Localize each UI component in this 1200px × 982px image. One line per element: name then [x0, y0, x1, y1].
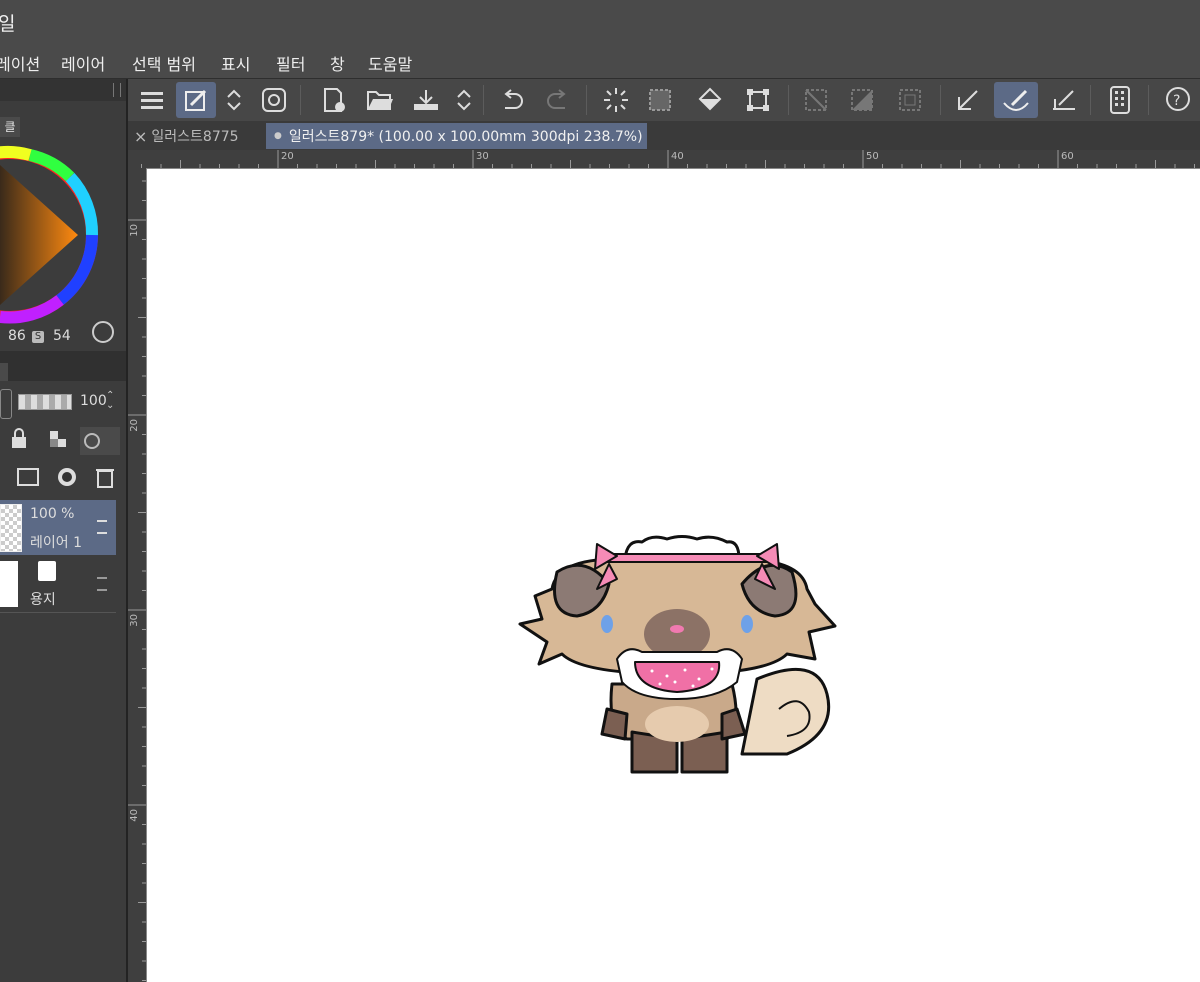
ruler-label: 40	[129, 809, 140, 822]
invert-selection-icon[interactable]	[842, 82, 882, 118]
separator	[586, 85, 587, 115]
layer-opacity: 100 %	[30, 506, 75, 522]
pen-line-icon[interactable]	[1044, 82, 1084, 118]
ruler-vertical: 10 20 30 40	[128, 168, 147, 982]
ruler-label: 60	[1061, 151, 1074, 162]
layer-tab[interactable]	[0, 363, 8, 381]
left-panel: 클 86 S 54 100 ⌃ ⌄ 100 % 레이어 1 용지	[0, 79, 126, 982]
layer-thumbnail	[0, 504, 22, 552]
color-tab[interactable]: 클	[0, 117, 20, 137]
drawing-canvas[interactable]	[147, 169, 1200, 982]
ruler-label: 20	[281, 151, 294, 162]
layer-row-selected[interactable]: 100 % 레이어 1	[0, 500, 116, 555]
updown-icon[interactable]	[220, 82, 248, 118]
help-icon[interactable]: ?	[1158, 82, 1198, 118]
layer-row-paper[interactable]: 용지	[0, 557, 116, 612]
pen-angle-icon[interactable]	[948, 82, 988, 118]
window-title: 일	[0, 13, 16, 35]
menu-view[interactable]: 표시	[221, 51, 250, 75]
ruler-horizontal: 20 30 40 50 60	[128, 150, 1200, 169]
paper-icon	[38, 561, 56, 581]
tab-document-active[interactable]: ● 일러스트879* (100.00 x 100.00mm 300dpi 238…	[266, 123, 647, 149]
open-folder-icon[interactable]	[360, 82, 400, 118]
ruler-label: 40	[671, 151, 684, 162]
spinner-icon[interactable]	[596, 82, 636, 118]
ruler-label: 10	[129, 224, 140, 237]
menu-animation[interactable]: 레이션	[0, 51, 40, 75]
layer-divider	[0, 612, 116, 613]
blend-mode-select[interactable]	[0, 389, 12, 419]
ruler-label: 30	[129, 614, 140, 627]
tab-label: 일러스트879* (100.00 x 100.00mm 300dpi 238.7…	[288, 129, 643, 145]
redo-icon[interactable]	[538, 82, 578, 118]
swirl-icon[interactable]	[254, 82, 294, 118]
menu-selection[interactable]: 선택 범위	[132, 51, 196, 75]
close-icon[interactable]: ×	[134, 127, 147, 146]
svg-text:?: ?	[1173, 93, 1180, 109]
ruler-label: 50	[866, 151, 879, 162]
brush-tool-icon[interactable]	[176, 82, 216, 118]
layer-action-row	[17, 468, 114, 488]
layer-panel-header	[0, 351, 126, 381]
separator	[788, 85, 789, 115]
separator	[940, 85, 941, 115]
layer-menu-icon[interactable]	[97, 520, 107, 534]
hue-value: 86	[8, 328, 26, 344]
menu-window[interactable]: 창	[330, 51, 345, 75]
title-bar: 일	[0, 0, 1200, 44]
paper-layer-name: 용지	[30, 592, 56, 608]
character-artwork	[518, 535, 837, 774]
brush-stroke-icon[interactable]	[994, 82, 1038, 118]
separator	[1090, 85, 1091, 115]
ruler-label: 30	[476, 151, 489, 162]
tab-label: 일러스트8775	[151, 129, 239, 145]
separator	[483, 85, 484, 115]
tab-document-inactive[interactable]: × 일러스트8775	[134, 123, 262, 149]
deselect-icon[interactable]	[796, 82, 836, 118]
separator	[300, 85, 301, 115]
grip-icon[interactable]	[113, 83, 121, 97]
device-icon[interactable]	[1100, 82, 1140, 118]
select-dotted-icon[interactable]	[640, 82, 680, 118]
paper-thumbnail	[0, 561, 18, 607]
opacity-slider[interactable]	[18, 394, 72, 410]
updown-icon[interactable]	[450, 82, 478, 118]
separator	[1148, 85, 1149, 115]
fill-bucket-icon[interactable]	[690, 82, 730, 118]
opacity-stepper-icon[interactable]: ⌃ ⌄	[106, 391, 114, 411]
save-download-icon[interactable]	[406, 82, 446, 118]
opacity-value[interactable]: 100	[80, 393, 107, 409]
menu-bar: 레이션 레이어 선택 범위 표시 필터 창 도움말	[0, 44, 1200, 79]
menu-filter[interactable]: 필터	[276, 51, 305, 75]
document-tab-bar: × 일러스트8775 ● 일러스트879* (100.00 x 100.00mm…	[128, 121, 1200, 150]
ruler-ticks	[128, 180, 146, 981]
new-file-icon[interactable]	[314, 82, 354, 118]
menu-layer[interactable]: 레이어	[61, 51, 105, 75]
saturation-value: 54	[53, 328, 71, 344]
undo-icon[interactable]	[492, 82, 532, 118]
menu-help[interactable]: 도움말	[368, 51, 412, 75]
layer-menu-icon[interactable]	[97, 577, 107, 591]
lock-icon	[12, 437, 26, 448]
saturation-badge: S	[32, 331, 44, 343]
panel-header	[0, 79, 126, 101]
menu-icon[interactable]	[132, 82, 172, 118]
command-bar: ?	[128, 79, 1200, 122]
ruler-label: 20	[129, 419, 140, 432]
layer-lock-row	[12, 427, 120, 455]
transform-icon[interactable]	[738, 82, 778, 118]
unsaved-dot-icon: ●	[274, 131, 282, 141]
layer-name: 레이어 1	[30, 535, 82, 551]
color-mode-icon[interactable]	[92, 321, 114, 343]
selection-border-icon[interactable]	[890, 82, 930, 118]
